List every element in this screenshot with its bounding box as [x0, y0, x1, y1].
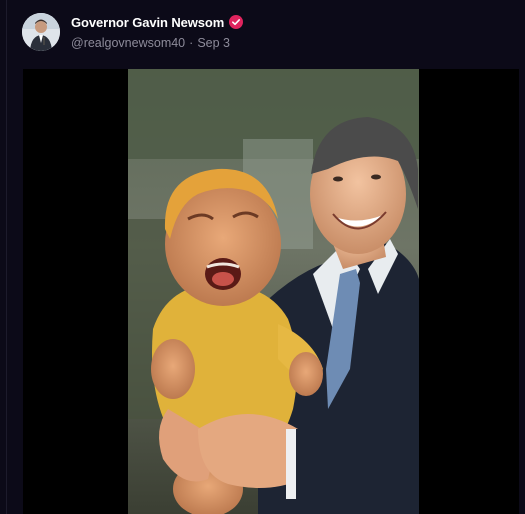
- author-handle[interactable]: @realgovnewsom40: [71, 36, 185, 50]
- meta-separator: ·: [189, 36, 194, 50]
- media-image[interactable]: [128, 69, 419, 514]
- post-media[interactable]: [23, 69, 519, 514]
- author-avatar[interactable]: [22, 13, 60, 51]
- thread-divider: [6, 0, 7, 514]
- author-display-name[interactable]: Governor Gavin Newsom: [71, 15, 224, 30]
- person-avatar-icon: [22, 13, 60, 51]
- post-card: Governor Gavin Newsom @realgovnewsom40 · S…: [0, 0, 525, 514]
- post-header: Governor Gavin Newsom @realgovnewsom40 · S…: [71, 13, 244, 50]
- name-row: Governor Gavin Newsom: [71, 13, 244, 31]
- photo-image-icon: [128, 69, 419, 514]
- meta-row: @realgovnewsom40 · Sep 3: [71, 36, 243, 50]
- post-date[interactable]: Sep 3: [197, 36, 230, 50]
- verified-badge-icon: [229, 15, 244, 29]
